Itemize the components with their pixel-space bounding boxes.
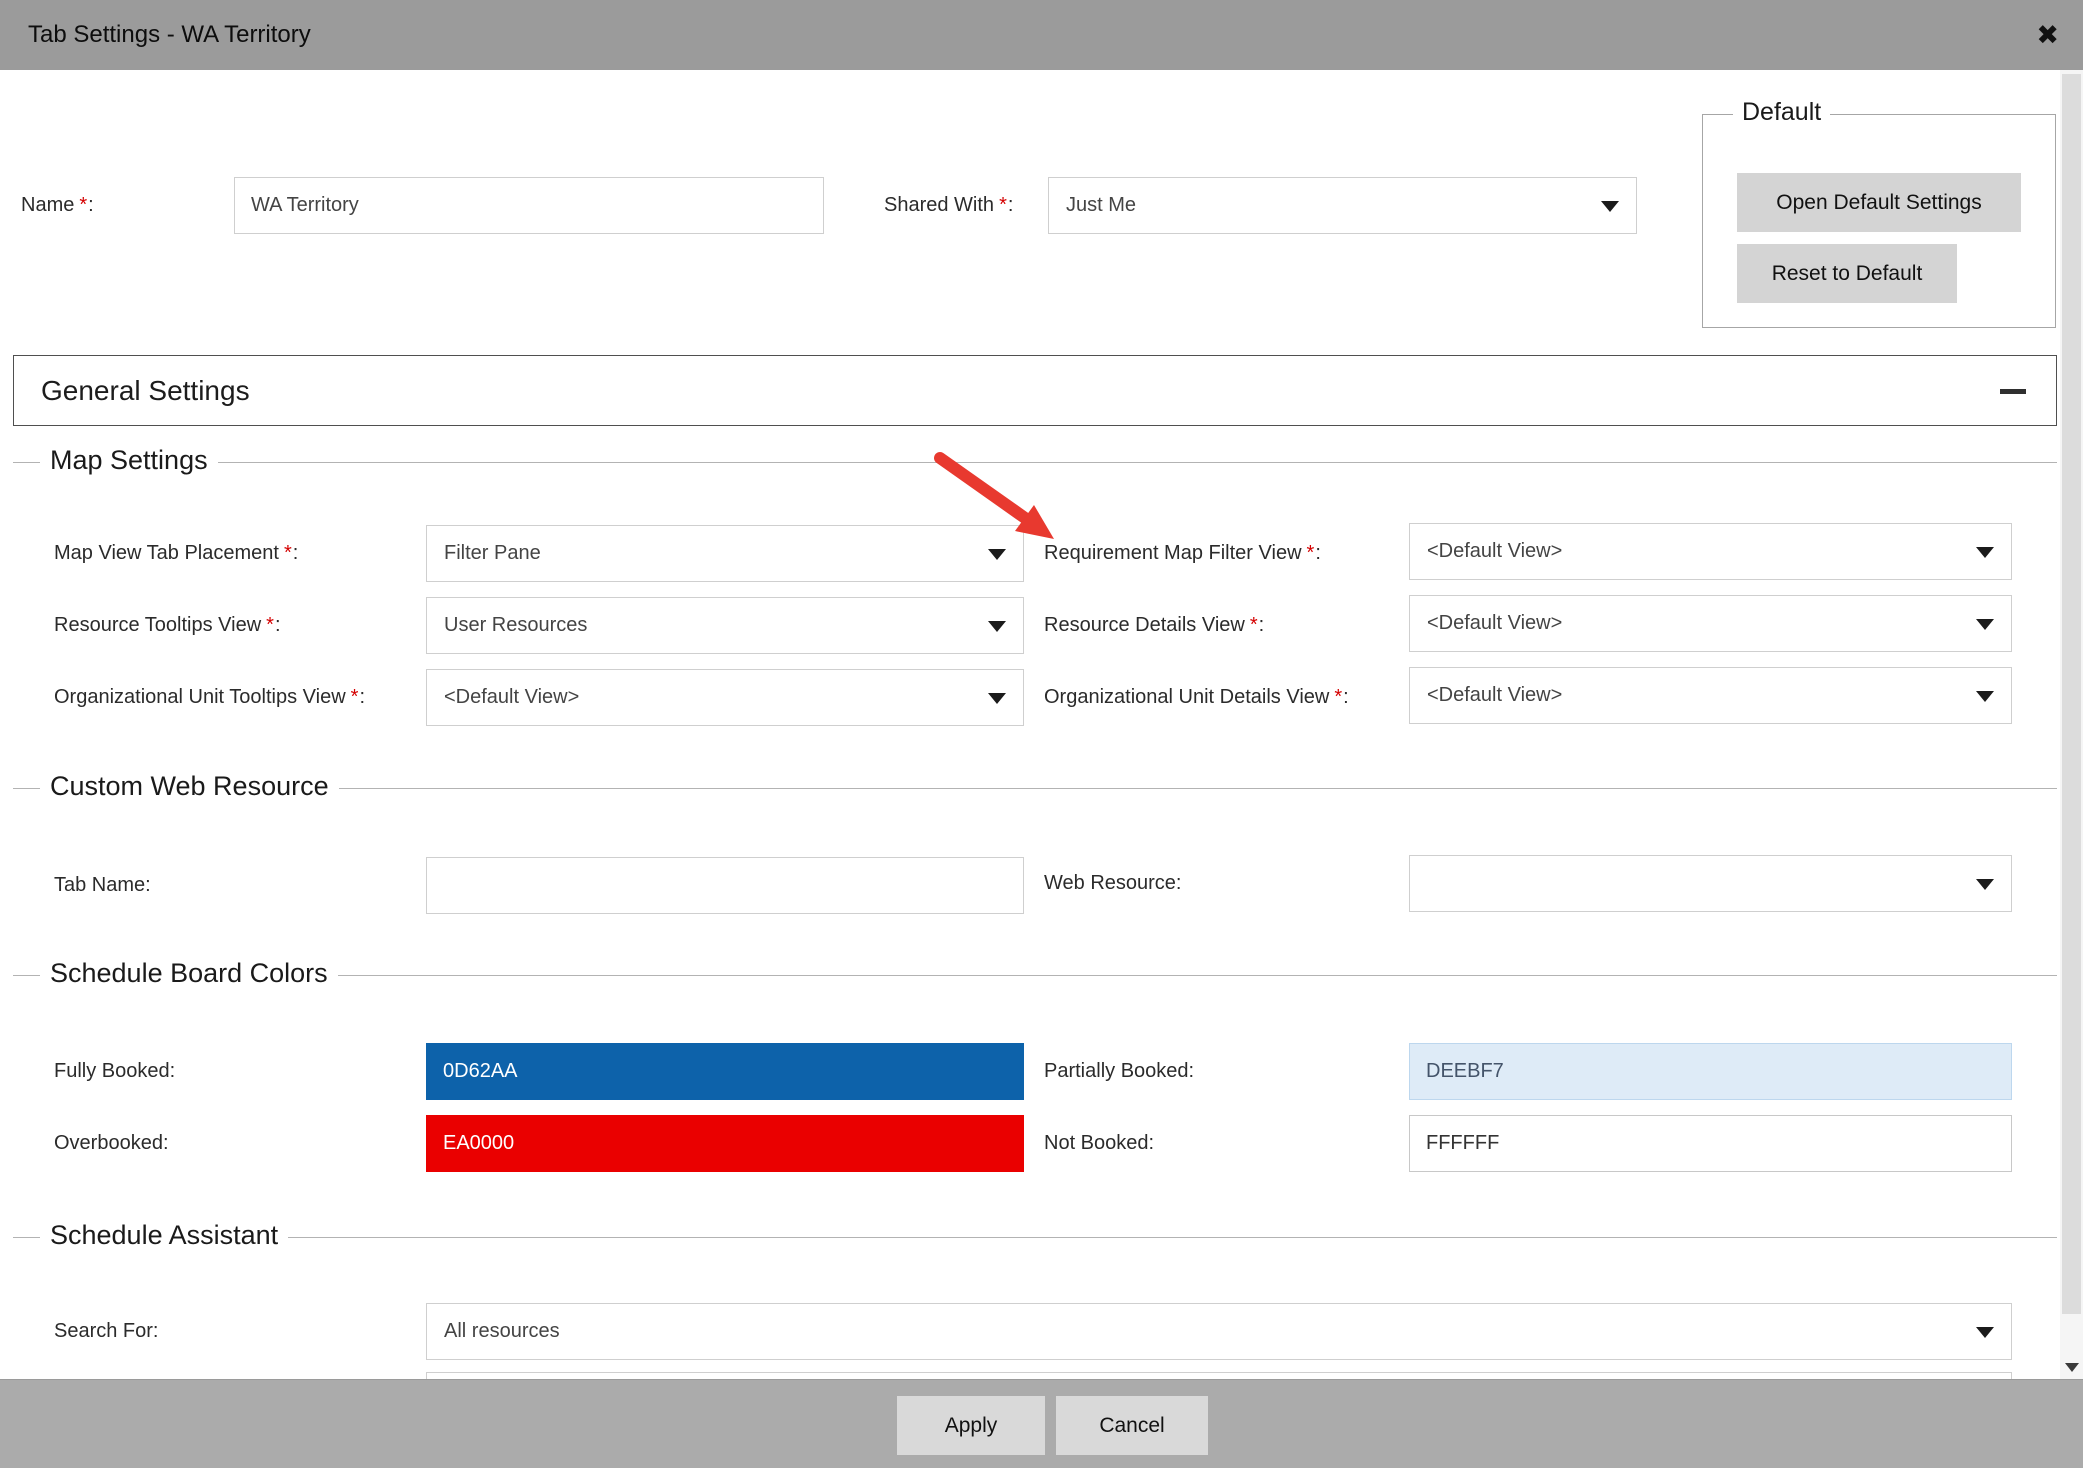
organizational-unit-details-view-select[interactable]: <Default View> xyxy=(1409,667,2012,724)
open-default-settings-button[interactable]: Open Default Settings xyxy=(1737,173,2021,232)
requirement-map-filter-view-label: Requirement Map Filter View*: xyxy=(1044,525,1321,582)
general-settings-header[interactable]: General Settings xyxy=(13,355,2057,426)
map-settings-legend: Map Settings xyxy=(40,445,218,476)
schedule-board-colors-legend: Schedule Board Colors xyxy=(40,958,338,989)
vertical-scrollbar[interactable] xyxy=(2060,70,2083,1379)
selected-value: Filter Pane xyxy=(444,526,541,581)
schedule-assistant-legend: Schedule Assistant xyxy=(40,1220,288,1251)
tab-name-label: Tab Name: xyxy=(54,857,151,914)
resource-tooltips-view-label: Resource Tooltips View*: xyxy=(54,597,281,654)
partially-booked-color-input[interactable] xyxy=(1409,1043,2012,1100)
selected-value: <Default View> xyxy=(1427,668,1562,723)
search-for-label: Search For: xyxy=(54,1303,158,1360)
general-settings-title: General Settings xyxy=(41,356,250,425)
close-icon[interactable]: ✖ xyxy=(2036,0,2059,70)
chevron-down-icon xyxy=(988,693,1006,704)
selected-value: User Resources xyxy=(444,598,587,653)
chevron-down-icon xyxy=(1601,201,1619,212)
selected-value: <Default View> xyxy=(1427,596,1562,651)
default-group-legend: Default xyxy=(1733,98,1830,127)
organizational-unit-tooltips-view-label: Organizational Unit Tooltips View*: xyxy=(54,669,365,726)
chevron-down-icon xyxy=(2065,1363,2079,1372)
overbooked-color-input[interactable] xyxy=(426,1115,1024,1172)
titlebar: Tab Settings - WA Territory ✖ xyxy=(0,0,2083,70)
requirement-map-filter-view-select[interactable]: <Default View> xyxy=(1409,523,2012,580)
fully-booked-color-input[interactable] xyxy=(426,1043,1024,1100)
organizational-unit-details-view-label: Organizational Unit Details View*: xyxy=(1044,669,1349,726)
overbooked-label: Overbooked: xyxy=(54,1115,169,1172)
fully-booked-label: Fully Booked: xyxy=(54,1043,175,1100)
selected-value: All resources xyxy=(444,1304,560,1359)
partially-booked-label: Partially Booked: xyxy=(1044,1043,1194,1100)
chevron-down-icon xyxy=(988,621,1006,632)
custom-web-resource-legend: Custom Web Resource xyxy=(40,771,339,802)
selected-value: <Default View> xyxy=(1427,524,1562,579)
resource-tooltips-view-select[interactable]: User Resources xyxy=(426,597,1024,654)
collapse-icon[interactable] xyxy=(2000,389,2026,394)
chevron-down-icon xyxy=(1976,619,1994,630)
chevron-down-icon xyxy=(1976,879,1994,890)
chevron-down-icon xyxy=(1976,691,1994,702)
tab-name-input[interactable] xyxy=(426,857,1024,914)
footer-bar: Apply Cancel xyxy=(0,1379,2083,1468)
tab-settings-dialog: Tab Settings - WA Territory ✖ Name*: Sha… xyxy=(0,0,2083,1468)
apply-button[interactable]: Apply xyxy=(897,1396,1045,1455)
scroll-down-button[interactable] xyxy=(2060,1355,2083,1379)
web-resource-select[interactable] xyxy=(1409,855,2012,912)
dialog-title: Tab Settings - WA Territory xyxy=(28,0,311,70)
chevron-down-icon xyxy=(1976,547,1994,558)
organizational-unit-tooltips-view-select[interactable]: <Default View> xyxy=(426,669,1024,726)
name-field-label: Name*: xyxy=(21,177,94,234)
chevron-down-icon xyxy=(1976,1327,1994,1338)
shared-with-label: Shared With*: xyxy=(884,177,1013,234)
not-booked-label: Not Booked: xyxy=(1044,1115,1154,1172)
resource-details-view-select[interactable]: <Default View> xyxy=(1409,595,2012,652)
shared-with-select[interactable]: Just Me xyxy=(1048,177,1637,234)
web-resource-label: Web Resource: xyxy=(1044,855,1181,912)
map-view-tab-placement-select[interactable]: Filter Pane xyxy=(426,525,1024,582)
reset-to-default-button[interactable]: Reset to Default xyxy=(1737,244,1957,303)
name-input[interactable] xyxy=(234,177,824,234)
map-view-tab-placement-label: Map View Tab Placement*: xyxy=(54,525,298,582)
cancel-button[interactable]: Cancel xyxy=(1056,1396,1208,1455)
scrollbar-thumb[interactable] xyxy=(2062,74,2081,1314)
shared-with-value: Just Me xyxy=(1066,178,1136,233)
selected-value: <Default View> xyxy=(444,670,579,725)
default-group: Default Open Default Settings Reset to D… xyxy=(1702,114,2056,328)
search-for-select[interactable]: All resources xyxy=(426,1303,2012,1360)
chevron-down-icon xyxy=(988,549,1006,560)
resource-details-view-label: Resource Details View*: xyxy=(1044,597,1264,654)
not-booked-color-input[interactable] xyxy=(1409,1115,2012,1172)
